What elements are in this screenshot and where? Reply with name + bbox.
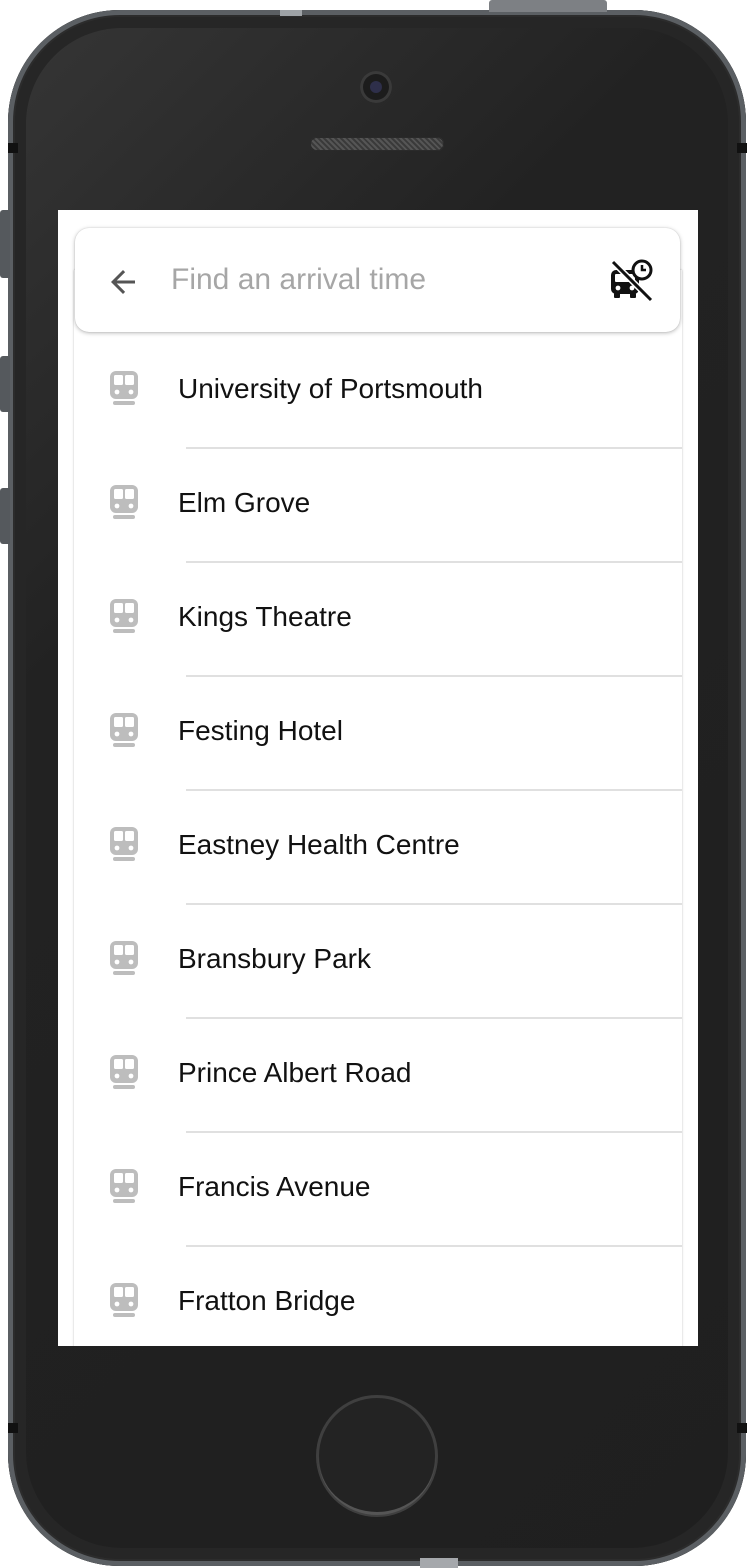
stop-list-item[interactable]: Fratton Bridge	[74, 1247, 682, 1346]
search-bar	[75, 228, 680, 332]
stop-list-item[interactable]: University of Portsmouth	[74, 335, 682, 449]
stop-name: Eastney Health Centre	[178, 829, 460, 860]
stop-name: Festing Hotel	[178, 715, 343, 746]
app-screen: University of Portsmouth Elm Grove Kings…	[58, 210, 698, 1346]
stop-name: Bransbury Park	[178, 943, 371, 974]
bus-alert-toggle-button[interactable]	[603, 252, 659, 308]
stop-name: Elm Grove	[178, 487, 311, 518]
train-icon	[110, 1055, 138, 1089]
antenna-band	[420, 1558, 458, 1568]
stop-name: University of Portsmouth	[178, 373, 483, 404]
stop-name: Fratton Bridge	[178, 1285, 356, 1316]
stop-list-item[interactable]: Prince Albert Road	[74, 1019, 682, 1133]
antenna-band	[737, 1423, 747, 1433]
train-icon	[110, 827, 138, 861]
train-icon	[110, 599, 138, 633]
stop-list-item[interactable]: Elm Grove	[74, 449, 682, 563]
arrow-back-icon	[111, 270, 135, 294]
antenna-band	[737, 143, 747, 153]
train-icon	[110, 1283, 138, 1317]
stop-list-item[interactable]: Bransbury Park	[74, 905, 682, 1019]
stop-list-item[interactable]: Festing Hotel	[74, 677, 682, 791]
antenna-band	[8, 143, 18, 153]
mute-switch	[0, 210, 10, 278]
search-input[interactable]	[171, 254, 591, 306]
volume-down-button	[0, 488, 10, 544]
stop-name: Kings Theatre	[178, 601, 352, 632]
antenna-band	[280, 10, 302, 16]
bus-alert-off-icon	[610, 259, 654, 303]
power-button	[489, 0, 607, 12]
train-icon	[110, 1169, 138, 1203]
home-button[interactable]	[316, 1395, 438, 1517]
train-icon	[110, 371, 138, 405]
antenna-band	[8, 1423, 18, 1433]
stop-list-item[interactable]: Eastney Health Centre	[74, 791, 682, 905]
earpiece-speaker	[310, 137, 444, 151]
stop-list: University of Portsmouth Elm Grove Kings…	[74, 335, 682, 1346]
stop-list-item[interactable]: Kings Theatre	[74, 563, 682, 677]
back-button[interactable]	[97, 256, 149, 308]
stop-name: Prince Albert Road	[178, 1057, 412, 1088]
stop-list-item[interactable]: Francis Avenue	[74, 1133, 682, 1247]
train-icon	[110, 485, 138, 519]
front-camera	[360, 71, 392, 103]
stop-name: Francis Avenue	[178, 1171, 371, 1202]
train-icon	[110, 941, 138, 975]
volume-up-button	[0, 356, 10, 412]
train-icon	[110, 713, 138, 747]
